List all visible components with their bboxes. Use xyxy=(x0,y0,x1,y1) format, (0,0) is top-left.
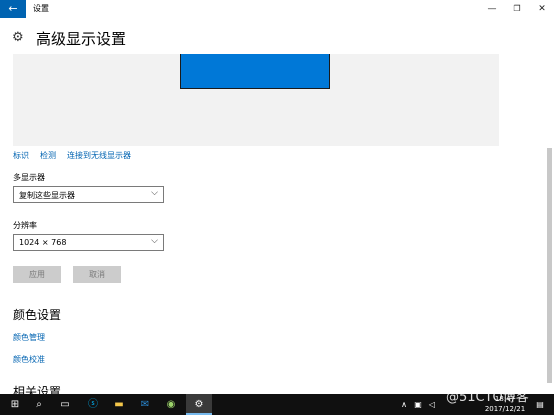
chevron-down-icon: ⌵ xyxy=(151,236,158,246)
tray-chevron-up-icon[interactable]: ∧ xyxy=(398,394,410,415)
resolution-value: 1024 × 768 xyxy=(19,238,67,247)
minimize-button[interactable]: — xyxy=(480,0,504,18)
settings-icon[interactable]: ⚙ xyxy=(186,394,212,415)
search-icon[interactable]: ⌕ xyxy=(26,394,52,415)
multiple-displays-dropdown[interactable]: 复制这些显示器 ⌵ xyxy=(13,186,164,203)
display-arrangement-preview xyxy=(13,54,499,146)
monitor-tile[interactable] xyxy=(180,54,330,89)
resolution-label: 分辨率 xyxy=(13,221,37,230)
chevron-down-icon: ⌵ xyxy=(151,188,158,198)
task-view-icon[interactable]: ▭ xyxy=(52,394,78,415)
apply-button[interactable]: 应用 xyxy=(13,266,61,283)
identify-link[interactable]: 标识 xyxy=(13,150,29,161)
maximize-button[interactable]: ❐ xyxy=(505,0,529,18)
windows-start-icon[interactable]: ⊞ xyxy=(2,394,28,415)
multiple-displays-value: 复制这些显示器 xyxy=(19,191,75,200)
file-explorer-icon[interactable]: ▬ xyxy=(106,394,132,415)
page-title: 高级显示设置 xyxy=(36,30,127,48)
network-icon[interactable]: ▣ xyxy=(412,394,424,415)
volume-icon[interactable]: ◁ xyxy=(426,394,438,415)
gear-icon: ⚙ xyxy=(12,30,24,45)
multiple-displays-label: 多显示器 xyxy=(13,173,45,182)
outlook-icon[interactable]: ✉ xyxy=(132,394,158,415)
watermark: @51CTO博客 xyxy=(446,390,529,405)
color-management-link[interactable]: 颜色管理 xyxy=(13,332,45,343)
media-icon[interactable]: ◉ xyxy=(158,394,184,415)
color-calibration-link[interactable]: 颜色校准 xyxy=(13,354,45,365)
detect-link[interactable]: 检测 xyxy=(40,150,56,161)
cancel-button[interactable]: 取消 xyxy=(73,266,121,283)
clock-date: 2017/12/21 xyxy=(484,405,526,413)
title-bar: ← 设置 — ❐ ✕ xyxy=(0,0,554,18)
color-settings-heading: 颜色设置 xyxy=(13,308,62,322)
settings-window: ← 设置 — ❐ ✕ ⚙ 高级显示设置 标识 检测 连接到无线显示器 多显示器 … xyxy=(0,0,554,415)
notification-icon[interactable]: ▤ xyxy=(530,394,550,415)
scrollbar-thumb[interactable] xyxy=(547,148,552,383)
connect-wireless-display-link[interactable]: 连接到无线显示器 xyxy=(67,150,131,161)
close-button[interactable]: ✕ xyxy=(530,0,554,18)
skype-icon[interactable]: ⓢ xyxy=(80,394,106,415)
back-button[interactable]: ← xyxy=(0,0,26,18)
window-title: 设置 xyxy=(33,4,49,13)
resolution-dropdown[interactable]: 1024 × 768 ⌵ xyxy=(13,234,164,251)
